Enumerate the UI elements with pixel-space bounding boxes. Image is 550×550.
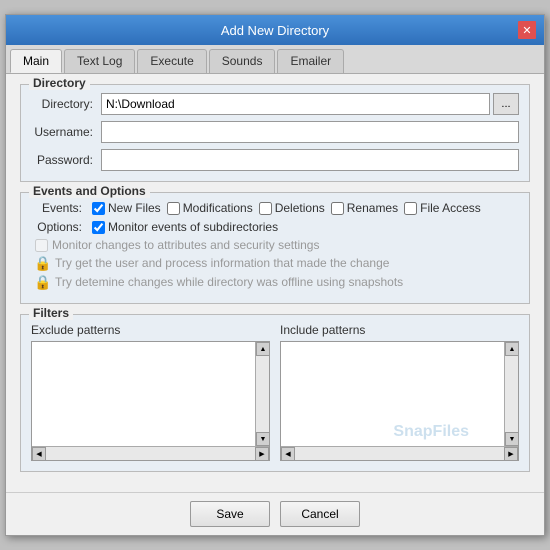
snapshot-option-row: 🔒 Try detemine changes while directory w… bbox=[31, 274, 519, 290]
exclude-label: Exclude patterns bbox=[31, 323, 270, 337]
password-input[interactable] bbox=[101, 149, 519, 171]
monitor-sub-checkbox-item[interactable]: Monitor events of subdirectories bbox=[92, 220, 278, 234]
modifications-checkbox[interactable] bbox=[167, 202, 180, 215]
new-files-label: New Files bbox=[108, 201, 161, 215]
snapshot-label: Try detemine changes while directory was… bbox=[55, 275, 403, 289]
user-info-option-row: 🔒 Try get the user and process informati… bbox=[31, 255, 519, 271]
main-window: Add New Directory ✕ Main Text Log Execut… bbox=[5, 14, 545, 536]
renames-checkbox[interactable] bbox=[331, 202, 344, 215]
snapshot-icon: 🔒 bbox=[35, 274, 51, 290]
include-scroll-down[interactable]: ▼ bbox=[505, 432, 518, 446]
exclude-scroll-down[interactable]: ▼ bbox=[256, 432, 269, 446]
tab-bar: Main Text Log Execute Sounds Emailer bbox=[6, 45, 544, 74]
user-info-label: Try get the user and process information… bbox=[55, 256, 389, 270]
renames-label: Renames bbox=[347, 201, 398, 215]
include-scroll-right[interactable]: ▶ bbox=[504, 447, 518, 461]
filters-legend: Filters bbox=[29, 306, 73, 320]
exclude-textarea[interactable] bbox=[32, 342, 255, 446]
exclude-hscroll: ◀ ▶ bbox=[32, 446, 269, 460]
modifications-checkbox-item[interactable]: Modifications bbox=[167, 201, 253, 215]
file-access-label: File Access bbox=[420, 201, 481, 215]
attr-checkbox bbox=[35, 239, 48, 252]
user-info-icon: 🔒 bbox=[35, 255, 51, 271]
tab-textlog[interactable]: Text Log bbox=[64, 49, 135, 73]
exclude-scroll-right[interactable]: ▶ bbox=[255, 447, 269, 461]
deletions-label: Deletions bbox=[275, 201, 325, 215]
deletions-checkbox[interactable] bbox=[259, 202, 272, 215]
save-button[interactable]: Save bbox=[190, 501, 270, 527]
exclude-vscroll[interactable]: ▲ ▼ bbox=[255, 342, 269, 446]
modifications-label: Modifications bbox=[183, 201, 253, 215]
events-section: Events and Options Events: New Files Mod… bbox=[20, 192, 530, 304]
window-title: Add New Directory bbox=[32, 23, 518, 38]
include-textarea[interactable] bbox=[281, 342, 504, 446]
options-label: Options: bbox=[31, 220, 86, 234]
exclude-scroll-left[interactable]: ◀ bbox=[32, 447, 46, 461]
file-access-checkbox-item[interactable]: File Access bbox=[404, 201, 481, 215]
filters-section: Filters Exclude patterns ▲ ▼ bbox=[20, 314, 530, 472]
main-content: Directory Directory: ... Username: Passw… bbox=[6, 74, 544, 492]
exclude-scroll-up[interactable]: ▲ bbox=[256, 342, 269, 356]
include-scroll-up[interactable]: ▲ bbox=[505, 342, 518, 356]
include-vscroll[interactable]: ▲ ▼ bbox=[504, 342, 518, 446]
filters-row: Exclude patterns ▲ ▼ ◀ bbox=[31, 323, 519, 461]
deletions-checkbox-item[interactable]: Deletions bbox=[259, 201, 325, 215]
tab-execute[interactable]: Execute bbox=[137, 49, 206, 73]
username-input[interactable] bbox=[101, 121, 519, 143]
footer: Save Cancel bbox=[6, 492, 544, 535]
tab-emailer[interactable]: Emailer bbox=[277, 49, 344, 73]
username-row: Username: bbox=[31, 121, 519, 143]
directory-label: Directory: bbox=[31, 97, 101, 111]
title-bar: Add New Directory ✕ bbox=[6, 15, 544, 45]
directory-row: Directory: ... bbox=[31, 93, 519, 115]
directory-input[interactable] bbox=[101, 93, 490, 115]
include-label: Include patterns bbox=[280, 323, 519, 337]
include-hscroll: ◀ ▶ bbox=[281, 446, 518, 460]
browse-button[interactable]: ... bbox=[493, 93, 519, 115]
username-label: Username: bbox=[31, 125, 101, 139]
tab-main[interactable]: Main bbox=[10, 49, 62, 73]
close-button[interactable]: ✕ bbox=[518, 21, 536, 39]
attr-option-row: Monitor changes to attributes and securi… bbox=[31, 238, 519, 252]
events-legend: Events and Options bbox=[29, 184, 150, 198]
tab-sounds[interactable]: Sounds bbox=[209, 49, 276, 73]
renames-checkbox-item[interactable]: Renames bbox=[331, 201, 398, 215]
include-scroll-left[interactable]: ◀ bbox=[281, 447, 295, 461]
file-access-checkbox[interactable] bbox=[404, 202, 417, 215]
password-label: Password: bbox=[31, 153, 101, 167]
exclude-col: Exclude patterns ▲ ▼ ◀ bbox=[31, 323, 270, 461]
directory-section: Directory Directory: ... Username: Passw… bbox=[20, 84, 530, 182]
monitor-sub-label: Monitor events of subdirectories bbox=[108, 220, 278, 234]
cancel-button[interactable]: Cancel bbox=[280, 501, 360, 527]
events-row: Events: New Files Modifications Deletion… bbox=[31, 201, 519, 215]
events-label: Events: bbox=[31, 201, 86, 215]
password-row: Password: bbox=[31, 149, 519, 171]
monitor-sub-checkbox[interactable] bbox=[92, 221, 105, 234]
attr-label: Monitor changes to attributes and securi… bbox=[52, 238, 319, 252]
directory-legend: Directory bbox=[29, 76, 90, 90]
include-col: Include patterns ▲ ▼ ◀ bbox=[280, 323, 519, 461]
options-row: Options: Monitor events of subdirectorie… bbox=[31, 220, 519, 234]
new-files-checkbox[interactable] bbox=[92, 202, 105, 215]
new-files-checkbox-item[interactable]: New Files bbox=[92, 201, 161, 215]
